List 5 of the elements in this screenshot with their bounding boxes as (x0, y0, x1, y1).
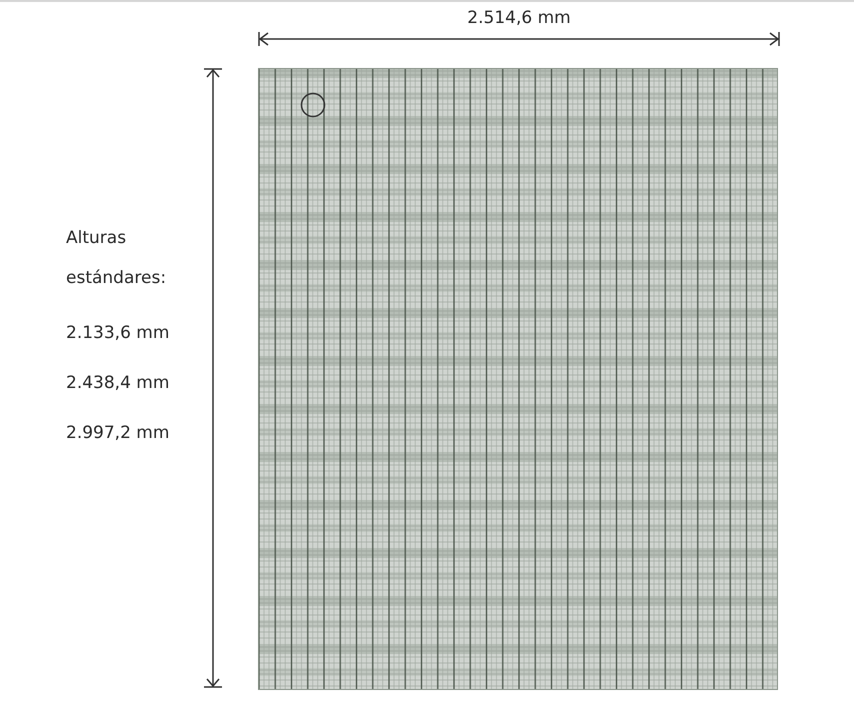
heights-title: Alturas estándares: (66, 227, 168, 290)
width-dimension-label: 2.514,6 mm (467, 7, 571, 29)
height-value: 2.438,4 mm (66, 372, 170, 395)
height-value: 2.997,2 mm (66, 422, 170, 445)
height-value: 2.133,6 mm (66, 322, 170, 345)
